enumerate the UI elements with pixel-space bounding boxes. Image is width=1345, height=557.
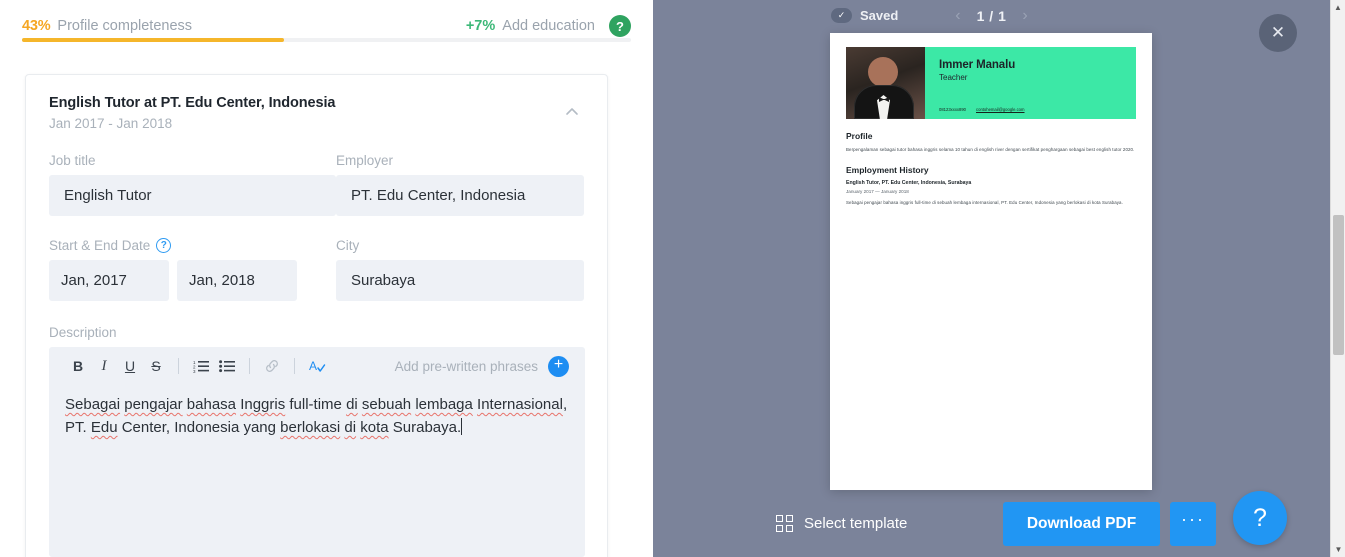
browser-scrollbar[interactable]: ▲ ▼: [1330, 0, 1345, 557]
experience-daterange: Jan 2017 - Jan 2018: [49, 116, 173, 131]
add-phrase-button[interactable]: +: [548, 355, 569, 377]
svg-text:3: 3: [193, 369, 196, 373]
more-options-button[interactable]: ···: [1170, 501, 1216, 546]
completeness-label: Profile completeness: [57, 18, 193, 34]
city-group: City Surabaya: [336, 238, 584, 301]
experience-title: English Tutor at PT. Edu Center, Indones…: [49, 95, 336, 111]
preview-action-bar: Select template Download PDF ···: [653, 490, 1330, 557]
resume-section-body: Sebagai pengajar bahasa inggris full-tim…: [846, 200, 1123, 205]
next-page-button[interactable]: ›: [1022, 7, 1027, 25]
progress-fill: [22, 38, 284, 42]
toolbar-divider-3: [294, 358, 295, 374]
bold-button[interactable]: B: [65, 353, 91, 379]
resume-section-heading: Employment History: [846, 165, 929, 175]
close-button[interactable]: ✕: [1259, 14, 1297, 52]
experience-card: English Tutor at PT. Edu Center, Indones…: [25, 74, 608, 557]
resume-section-profile: Profile Berpengalaman sebagai tutor baha…: [846, 131, 1136, 153]
underline-button[interactable]: U: [117, 353, 143, 379]
resume-name-banner: Immer Manalu Teacher 08123xxxx890 contoh…: [925, 47, 1136, 119]
download-pdf-button[interactable]: Download PDF: [1003, 501, 1160, 546]
description-textarea[interactable]: Sebagai pengajar bahasa Inggris full-tim…: [49, 385, 585, 439]
select-template-button[interactable]: Select template: [776, 515, 907, 532]
page-indicator: 1 / 1: [976, 8, 1007, 24]
dates-help-icon[interactable]: ?: [156, 238, 172, 253]
job-title-group: Job title English Tutor: [49, 153, 336, 216]
saved-label: Saved: [860, 8, 899, 23]
city-input[interactable]: Surabaya: [336, 260, 584, 301]
toolbar-divider-2: [249, 358, 250, 374]
italic-button[interactable]: I: [91, 353, 117, 379]
resume-job-line: English Tutor, PT. Edu Center, Indonesia…: [846, 180, 972, 186]
avatar: [846, 47, 925, 119]
progress-row: 43% Profile completeness +7% Add educati…: [22, 0, 631, 40]
bullet-list-icon[interactable]: [214, 353, 240, 379]
description-editor[interactable]: B I U S 1 2 3 A Add pre-written phrases …: [49, 347, 585, 557]
dates-label-row: Start & End Date ?: [49, 238, 336, 253]
saved-status: ✓ Saved: [831, 8, 898, 23]
resume-section-employment: Employment History English Tutor, PT. Ed…: [846, 165, 1136, 206]
prev-page-button[interactable]: ‹: [955, 7, 960, 25]
help-icon[interactable]: ?: [609, 15, 631, 37]
dates-label: Start & End Date: [49, 238, 151, 253]
description-label: Description: [49, 325, 117, 340]
dates-group: Start & End Date ? Jan, 2017 Jan, 2018: [49, 238, 336, 301]
end-date-input[interactable]: Jan, 2018: [177, 260, 297, 301]
completeness-percent: 43%: [22, 18, 51, 34]
strikethrough-button[interactable]: S: [143, 353, 169, 379]
resume-preview-document[interactable]: Immer Manalu Teacher 08123xxxx890 contoh…: [830, 33, 1152, 490]
resume-email: contohemail@google.com: [976, 107, 1025, 112]
resume-builder-app: 43% Profile completeness +7% Add educati…: [0, 0, 1345, 557]
resume-header: Immer Manalu Teacher 08123xxxx890 contoh…: [846, 47, 1136, 119]
resume-section-body: Berpengalaman sebagai tutor bahasa inggr…: [846, 147, 1135, 152]
page-navigator: ‹ 1 / 1 ›: [955, 7, 1027, 25]
scroll-up-button[interactable]: ▲: [1331, 0, 1345, 15]
cloud-check-icon: ✓: [831, 8, 852, 23]
date-pair: Jan, 2017 Jan, 2018: [49, 260, 336, 301]
preview-toolbar: ✓ Saved ‹ 1 / 1 ›: [653, 0, 1330, 35]
scrollbar-thumb[interactable]: [1333, 215, 1344, 355]
toolbar-divider: [178, 358, 179, 374]
editor-panel: 43% Profile completeness +7% Add educati…: [0, 0, 653, 557]
scroll-down-button[interactable]: ▼: [1331, 542, 1345, 557]
add-education-link[interactable]: Add education: [502, 18, 595, 34]
prewritten-phrases-label[interactable]: Add pre-written phrases: [395, 359, 538, 374]
bonus-percent: +7%: [465, 18, 496, 34]
chevron-up-icon[interactable]: [563, 103, 581, 121]
grid-icon: [776, 515, 793, 532]
svg-text:A: A: [309, 359, 317, 373]
row-title-employer: Job title English Tutor Employer PT. Edu…: [49, 153, 584, 216]
preview-panel: ✓ Saved ‹ 1 / 1 › ✕ Immer Manalu Teacher: [653, 0, 1330, 557]
select-template-label: Select template: [804, 515, 908, 532]
prewritten-phrases-group: Add pre-written phrases +: [395, 355, 569, 377]
start-date-input[interactable]: Jan, 2017: [49, 260, 169, 301]
row-dates-city: Start & End Date ? Jan, 2017 Jan, 2018 C…: [49, 238, 584, 301]
job-title-label: Job title: [49, 153, 96, 168]
editor-toolbar: B I U S 1 2 3 A Add pre-written phrases …: [49, 347, 585, 385]
progress-track: [22, 38, 631, 42]
resume-contact: 08123xxxx890 contohemail@google.com: [939, 107, 1025, 112]
description-group: Description B I U S 1 2 3 A Add pre-writ…: [49, 325, 585, 557]
job-title-input[interactable]: English Tutor: [49, 175, 336, 216]
help-fab-button[interactable]: ?: [1233, 491, 1287, 545]
employer-label: Employer: [336, 153, 394, 168]
spellcheck-icon[interactable]: A: [304, 353, 330, 379]
resume-job-dates: January 2017 — January 2018: [846, 189, 909, 194]
resume-phone: 08123xxxx890: [939, 107, 967, 112]
employer-group: Employer PT. Edu Center, Indonesia: [336, 153, 584, 216]
link-icon[interactable]: [259, 353, 285, 379]
resume-name: Immer Manalu: [939, 59, 1016, 71]
resume-role: Teacher: [939, 73, 968, 82]
employer-input[interactable]: PT. Edu Center, Indonesia: [336, 175, 584, 216]
resume-section-heading: Profile: [846, 131, 873, 141]
ordered-list-icon[interactable]: 1 2 3: [188, 353, 214, 379]
city-label: City: [336, 238, 360, 253]
profile-completeness-header: 43% Profile completeness +7% Add educati…: [0, 0, 653, 47]
